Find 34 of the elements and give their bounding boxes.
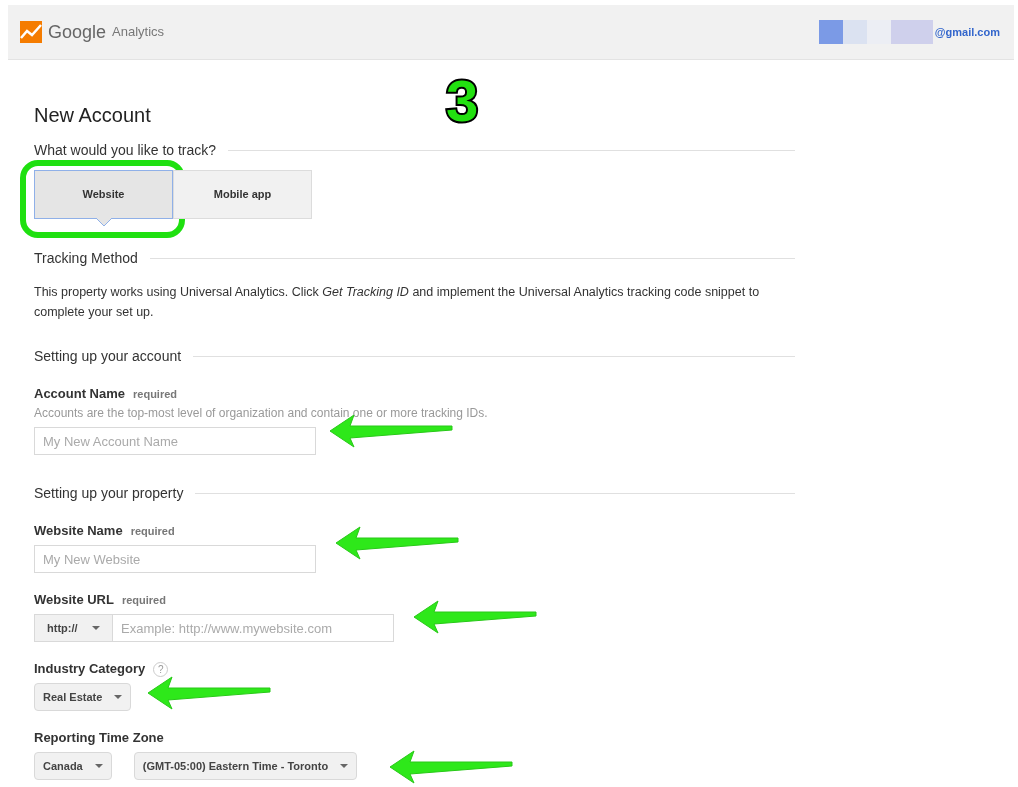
text-field[interactable]: My New Account Name	[34, 427, 316, 455]
track-option-tab[interactable]: Mobile app	[173, 170, 312, 219]
caret-icon	[340, 764, 349, 768]
dropdown[interactable]: Canada	[34, 752, 112, 780]
section-heading: What would you like to track?	[34, 141, 217, 160]
text-field[interactable]: My New Website	[34, 545, 316, 573]
field-label: Website URL	[34, 591, 114, 610]
page-title: New Account	[34, 103, 151, 128]
tracking-method-description: This property works using Universal Analytics. Click Get Tracking ID and implement the Universal Analytics tracking code snippet to complete your set up.	[34, 284, 761, 321]
dropdown[interactable]: Real Estate	[34, 683, 132, 711]
caret-icon	[114, 695, 123, 699]
brand-name: Google	[48, 20, 107, 44]
section-heading: Setting up your property	[34, 484, 184, 503]
dropdown[interactable]: (GMT-05:00) Eastern Time - Toronto	[133, 752, 358, 780]
field-label: Account Name	[34, 385, 126, 404]
help-text: Accounts are the top-most level of organization and contain one or more tracking IDs.	[34, 405, 489, 422]
account-email[interactable]: @gmail.com	[934, 23, 1000, 41]
field-label: Reporting Time Zone	[34, 729, 164, 748]
required-note: required	[133, 386, 178, 402]
required-note: required	[130, 523, 175, 539]
product-name: Analytics	[112, 23, 165, 42]
field-label: Website Name	[34, 522, 123, 541]
track-option-tab[interactable]: Website	[34, 170, 173, 219]
caret-icon	[94, 764, 103, 768]
protocol-dropdown[interactable]: http://	[34, 614, 112, 642]
pointer-notch-icon	[95, 218, 112, 226]
section-heading: Setting up your account	[34, 347, 182, 366]
section-heading: Tracking Method	[34, 249, 138, 268]
text-field[interactable]: Example: http://www.mywebsite.com	[112, 614, 394, 642]
field-label: Industry Category	[34, 660, 146, 679]
caret-icon	[92, 626, 100, 630]
chart-logo-icon	[20, 21, 42, 43]
step-number-annotation: 3	[446, 72, 479, 130]
required-note: required	[121, 592, 166, 608]
